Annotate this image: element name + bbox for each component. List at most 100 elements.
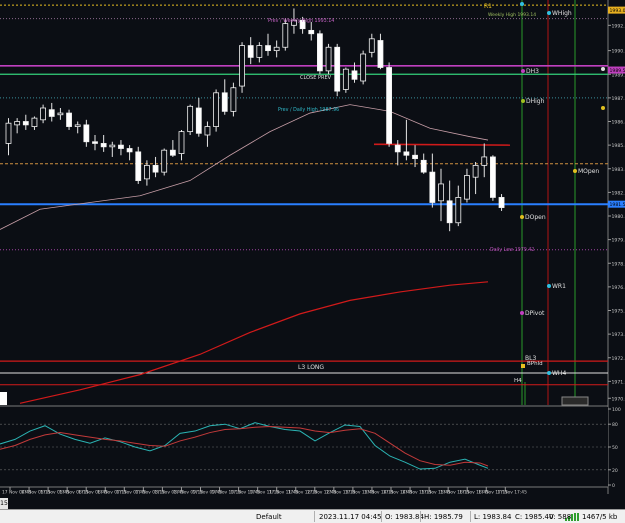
candle-bull — [161, 149, 168, 173]
status-volume: V: 588 — [549, 513, 572, 521]
label-close-prev: CLOSE PREV — [300, 75, 332, 81]
label-dhigh-dot — [521, 99, 525, 103]
label-mopen: MOpen — [578, 168, 599, 175]
y-tick-label: 1978.0 — [612, 261, 625, 267]
candle-bear — [118, 144, 124, 149]
y-tick-label: 1976.6 — [612, 285, 625, 291]
candle-bear — [265, 45, 271, 52]
info-box — [561, 396, 589, 406]
label-prev-daily-high: Prev / Daily High 1987.96 — [278, 107, 339, 113]
candle-bull — [109, 144, 116, 148]
candle-bull — [368, 38, 375, 53]
chart-tab[interactable]: 15 — [0, 498, 8, 509]
label-dh3: DH3 — [526, 68, 539, 75]
osc-tick-label: 0 — [612, 483, 615, 489]
candle-bear — [498, 197, 505, 208]
y-tick-label: 1972.4 — [612, 356, 625, 362]
candle-bear — [83, 124, 90, 143]
label-wr1: WR1 — [552, 283, 566, 290]
label-wh4: WH4 — [552, 370, 566, 377]
candle-bear — [351, 70, 358, 80]
candle-bull — [273, 46, 280, 52]
y-tick-label: 1971.0 — [612, 379, 625, 385]
candle-bull — [178, 131, 185, 154]
candle-bear — [377, 40, 384, 68]
label-wr1-dot — [547, 284, 551, 288]
status-open: O: 1983.84 — [385, 513, 424, 521]
candle-bull — [57, 112, 64, 116]
candle-bull — [342, 68, 349, 90]
candle-bull — [481, 156, 488, 166]
label-bphld: BPhld — [527, 361, 543, 367]
label-dopen-dot — [520, 215, 524, 219]
level-close-prev-red — [373, 143, 511, 146]
y-tick-label: 1980.8 — [612, 214, 625, 220]
y-tick-label: 1983.6 — [612, 167, 625, 173]
candle-bear — [126, 148, 133, 153]
candle-bear — [221, 92, 228, 112]
candle-bear — [100, 143, 107, 148]
candle-bull — [464, 175, 470, 200]
candle-bull — [282, 23, 289, 48]
candle-bull — [360, 53, 367, 82]
y-tick-label: 1982.2 — [612, 190, 625, 196]
scroll-box-left — [0, 392, 7, 405]
status-close: C: 1985.40 — [515, 513, 554, 521]
osc-tick-label: 100 — [612, 407, 621, 413]
candle-bear — [66, 112, 72, 127]
status-datetime: 2023.11.17 04:45 — [319, 513, 382, 521]
label-mopen-dot — [573, 169, 577, 173]
candle-bull — [325, 46, 332, 72]
candle-bear — [247, 45, 254, 58]
candle-bear — [412, 154, 418, 160]
y-tick-label: 1985.0 — [612, 143, 625, 149]
status-bar: Default 2023.11.17 04:45 O: 1983.84 H: 1… — [0, 509, 625, 523]
y-tick-label: 1992.1 — [612, 23, 625, 29]
price-tag-label: 1981.5 — [610, 202, 625, 208]
status-high: H: 1985.79 — [424, 513, 463, 521]
candle-bear — [22, 121, 29, 126]
osc-tick-label: 80 — [612, 422, 618, 428]
status-low: L: 1983.84 — [474, 513, 512, 521]
candle-bear — [152, 164, 159, 173]
y-tick-label: 1970.0 — [612, 396, 625, 402]
candle-bear — [48, 109, 55, 117]
candle-bear — [429, 171, 436, 203]
candle-bear — [386, 67, 393, 144]
axis-marker-dot — [601, 106, 605, 110]
label-dhigh: DHigh — [526, 98, 545, 105]
osc-tick-label: 20 — [612, 468, 618, 474]
y-tick-label: 1987.8 — [612, 96, 625, 102]
bl3-square-marker — [521, 364, 525, 368]
label-daily-low: Daily Low 1979.42 — [490, 247, 534, 253]
label-l3-long: L3 LONG — [298, 364, 324, 371]
candle-bull — [472, 164, 479, 178]
candle-bear — [92, 141, 98, 144]
candle-bear — [394, 144, 401, 153]
candle-bear — [316, 33, 323, 72]
osc-tick-label: 50 — [612, 445, 618, 451]
candle-bull — [213, 92, 220, 127]
label-r1: R1 — [484, 3, 492, 10]
candle-bull — [204, 126, 211, 136]
candle-bear — [403, 151, 410, 156]
candle-bear — [334, 46, 341, 92]
y-tick-label: 1975.2 — [612, 309, 625, 315]
label-dh3-dot — [521, 69, 525, 73]
label-dpivot-dot — [520, 311, 524, 315]
y-tick-label: 1990.6 — [612, 49, 625, 55]
candle-bull — [187, 105, 194, 133]
label-prev-weekly-high: Prev / Weekly High 1993.14 — [268, 18, 334, 24]
candle-bull — [230, 87, 237, 112]
price-tag-label: 1993.0 — [610, 8, 625, 14]
status-traffic: 1467/5 kb — [582, 513, 618, 521]
candle-bear — [446, 200, 453, 224]
candle-bear — [308, 29, 315, 35]
candle-bear — [195, 107, 202, 134]
y-tick-label: 1986.4 — [612, 120, 625, 126]
candle-bull — [143, 164, 150, 180]
candle-bull — [31, 117, 38, 127]
candle-bear — [169, 149, 176, 156]
price-chart[interactable]: 1993.01992.11990.61989.21987.81986.41985… — [0, 0, 625, 509]
candle-bear — [135, 151, 142, 181]
